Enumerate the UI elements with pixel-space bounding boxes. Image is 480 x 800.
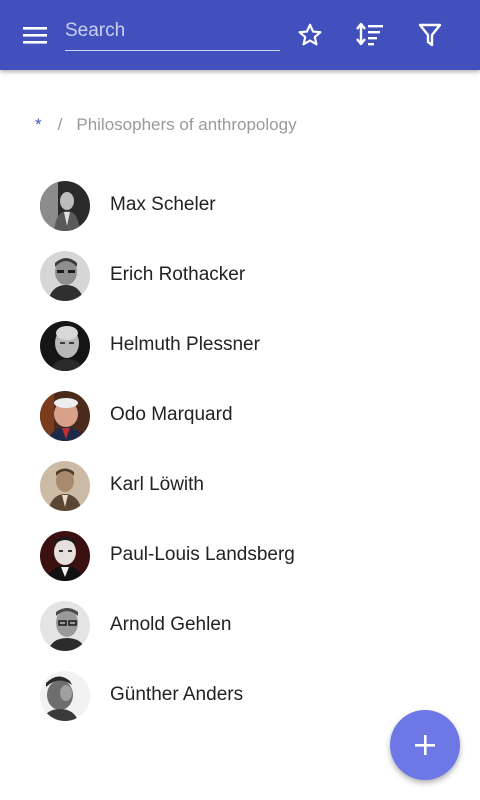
star-outline-icon xyxy=(298,23,322,46)
list-item[interactable]: Max Scheler xyxy=(0,170,480,240)
person-name: Karl Löwith xyxy=(110,474,204,495)
person-name: Helmuth Plessner xyxy=(110,334,260,355)
avatar xyxy=(40,461,90,511)
favorites-button[interactable] xyxy=(292,17,328,53)
breadcrumb: * / Philosophers of anthropology xyxy=(35,114,297,136)
person-name: Odo Marquard xyxy=(110,404,233,425)
list-item[interactable]: Paul-Louis Landsberg xyxy=(0,520,480,590)
person-name: Paul-Louis Landsberg xyxy=(110,544,295,565)
search-field xyxy=(65,14,280,51)
filter-button[interactable] xyxy=(412,17,448,53)
menu-button[interactable] xyxy=(18,21,52,49)
person-name: Max Scheler xyxy=(110,194,216,215)
breadcrumb-current: Philosophers of anthropology xyxy=(76,115,297,134)
sort-button[interactable] xyxy=(352,17,388,53)
person-name: Arnold Gehlen xyxy=(110,614,232,635)
list-item[interactable]: Arnold Gehlen xyxy=(0,590,480,660)
avatar xyxy=(40,251,90,301)
avatar xyxy=(40,321,90,371)
sort-icon xyxy=(356,22,383,46)
avatar xyxy=(40,181,90,231)
search-input[interactable] xyxy=(65,16,278,46)
menu-icon xyxy=(23,27,47,44)
avatar xyxy=(40,601,90,651)
list-item[interactable]: Helmuth Plessner xyxy=(0,310,480,380)
avatar xyxy=(40,531,90,581)
list-item[interactable]: Odo Marquard xyxy=(0,380,480,450)
person-name: Erich Rothacker xyxy=(110,264,246,285)
avatar xyxy=(40,391,90,441)
list-item[interactable]: Karl Löwith xyxy=(0,450,480,520)
plus-icon xyxy=(415,735,435,755)
philosopher-list: Max Scheler Erich Rothacker Helmuth Ples… xyxy=(0,170,480,730)
breadcrumb-separator: / xyxy=(57,115,63,134)
add-fab-button[interactable] xyxy=(390,710,460,780)
avatar xyxy=(40,671,90,721)
person-name: Günther Anders xyxy=(110,684,244,705)
app-bar xyxy=(0,0,480,70)
breadcrumb-root-link[interactable]: * xyxy=(35,115,42,135)
filter-icon xyxy=(418,23,442,47)
list-item[interactable]: Erich Rothacker xyxy=(0,240,480,310)
